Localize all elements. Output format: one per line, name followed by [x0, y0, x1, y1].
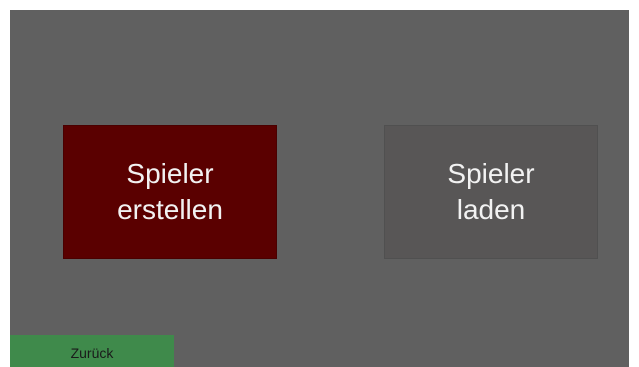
create-player-label-line1: Spieler: [126, 158, 214, 189]
create-player-button[interactable]: Spieler erstellen: [63, 125, 277, 259]
load-player-label-line1: Spieler: [447, 158, 535, 189]
back-button-label: Zurück: [70, 345, 114, 361]
main-menu-screen: Spieler erstellen Spieler laden Zurück: [10, 10, 629, 367]
back-button[interactable]: Zurück: [10, 335, 174, 367]
create-player-label-line2: erstellen: [117, 194, 223, 225]
load-player-button[interactable]: Spieler laden: [384, 125, 598, 259]
load-player-label-line2: laden: [456, 194, 526, 225]
